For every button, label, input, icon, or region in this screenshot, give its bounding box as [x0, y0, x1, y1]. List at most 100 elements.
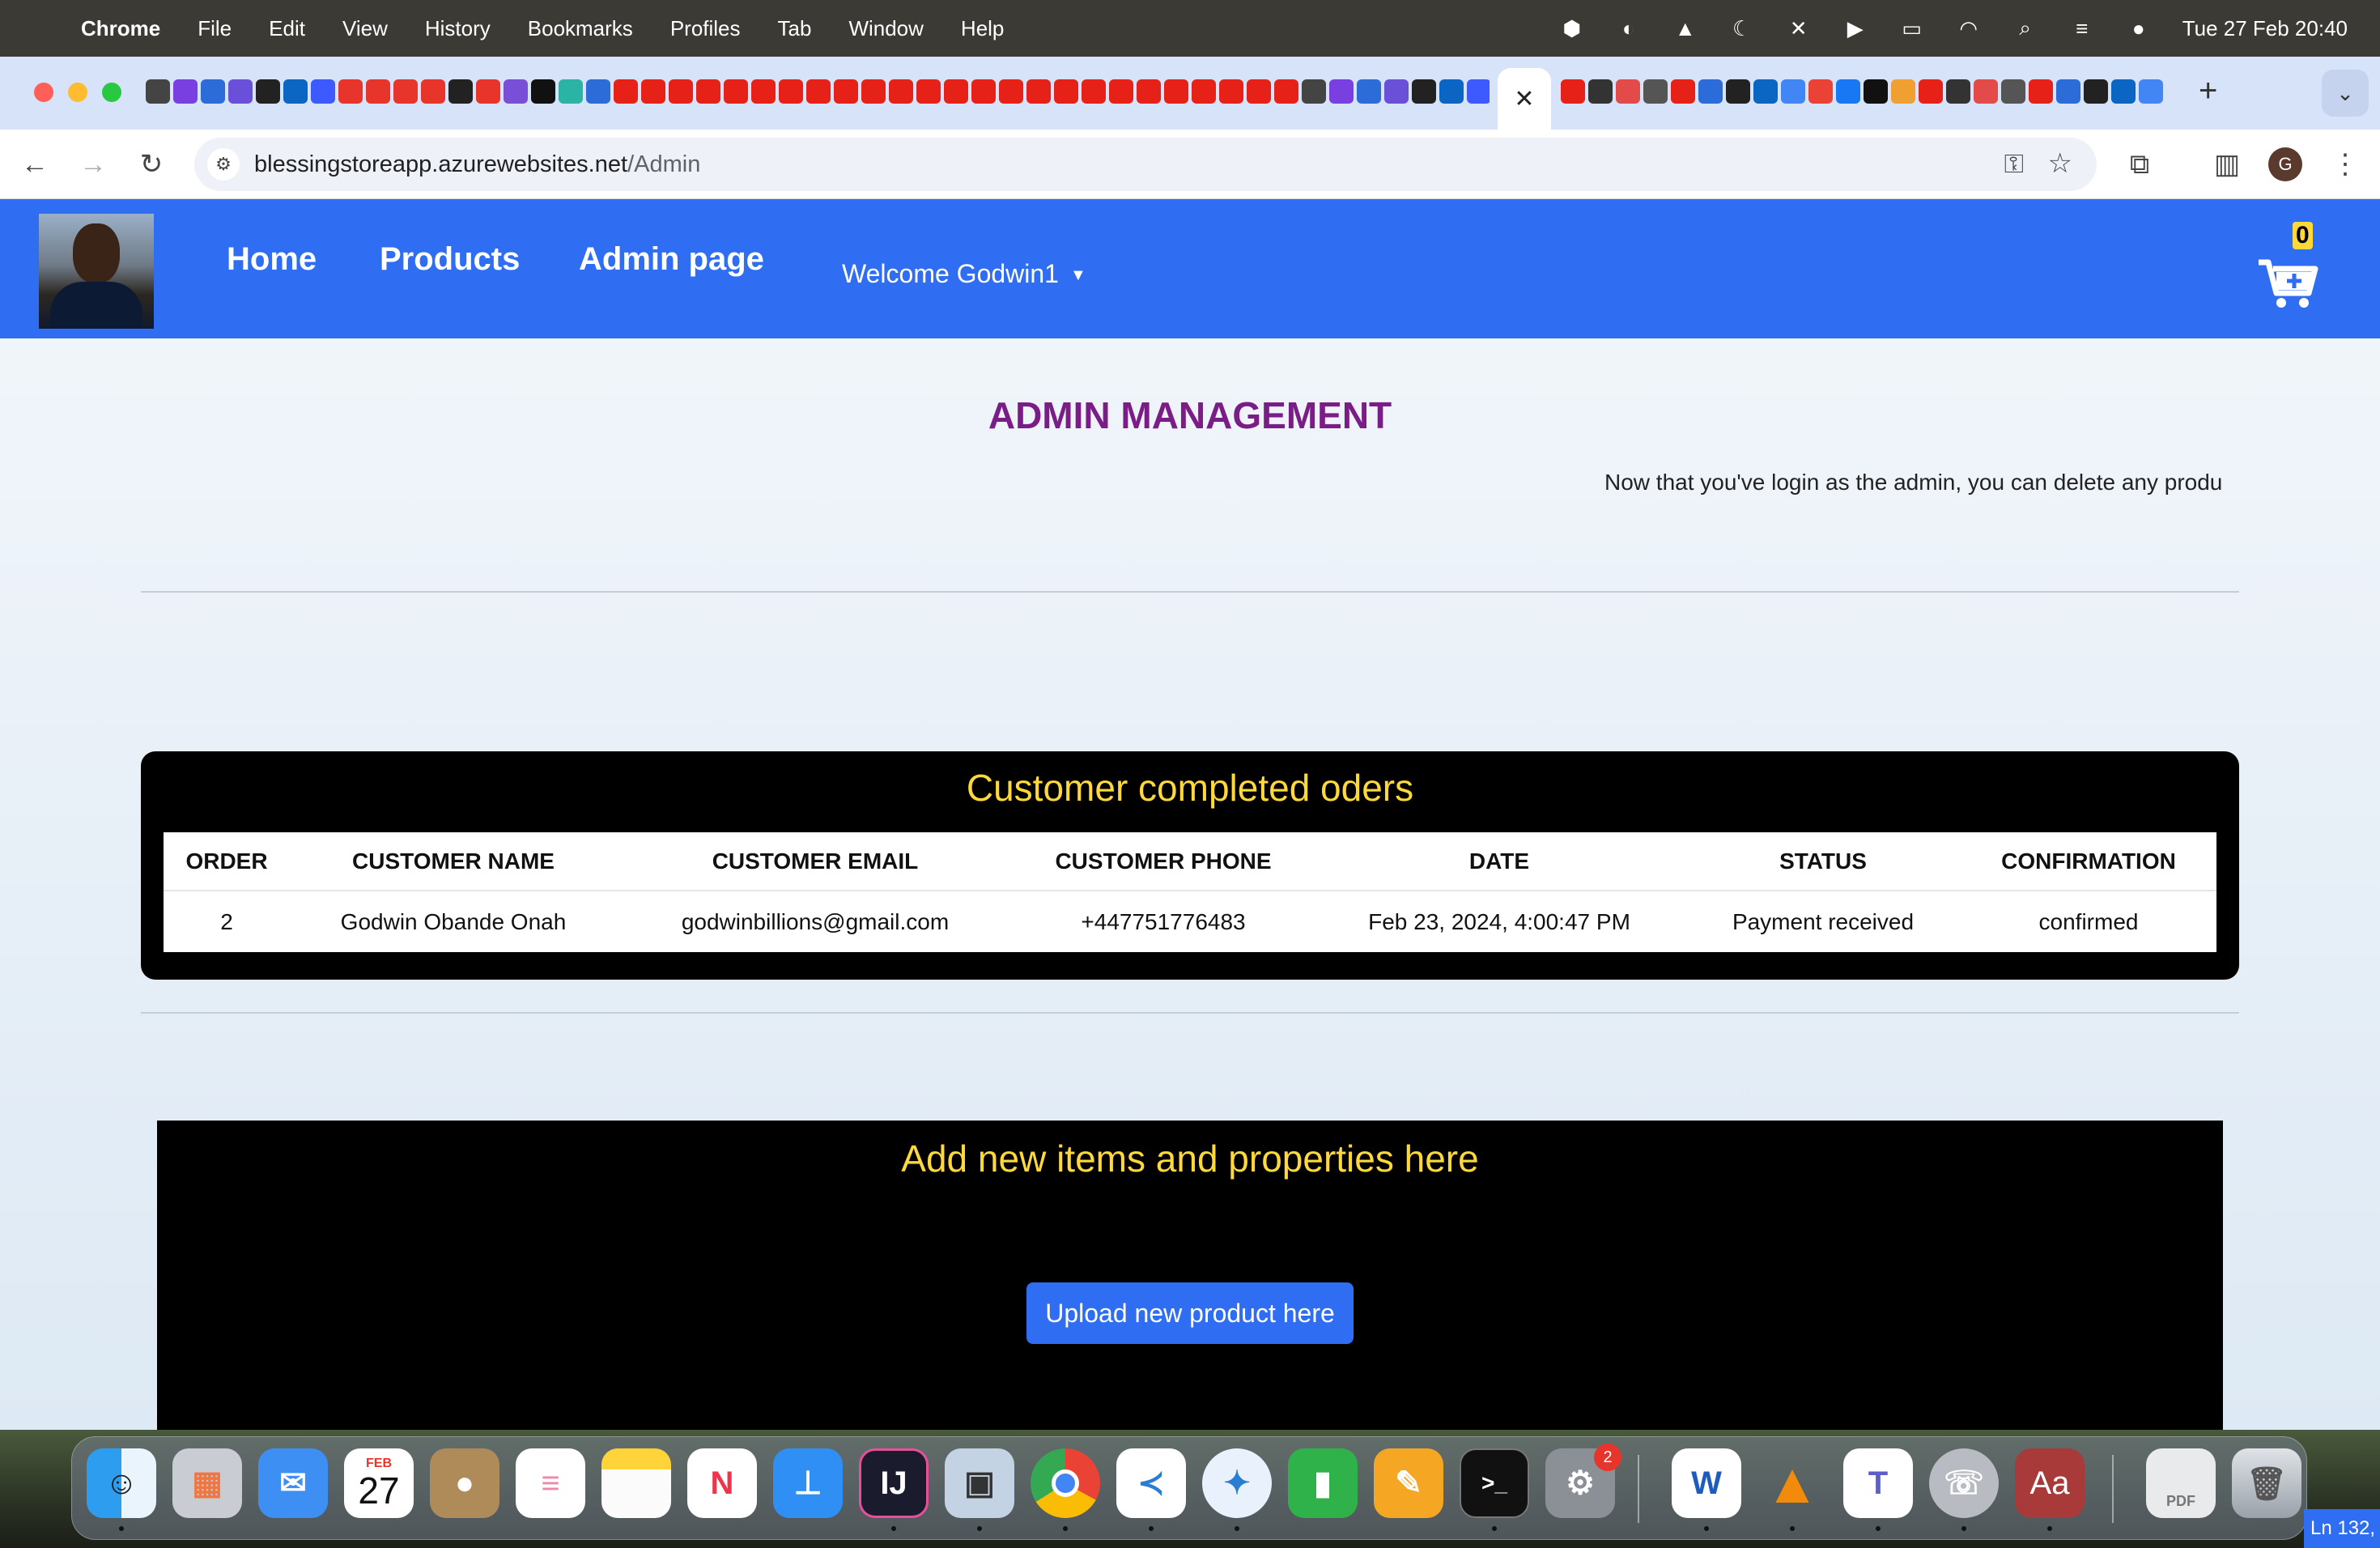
- system-settings-gear-icon[interactable]: ⚙ 2: [1545, 1444, 1621, 1518]
- vlc-status-icon[interactable]: ▲: [1672, 15, 1698, 41]
- tab-favicon-icon[interactable]: [944, 79, 968, 104]
- tab-favicon-icon[interactable]: [1467, 79, 1490, 104]
- vscode-icon[interactable]: ≺: [1116, 1448, 1186, 1518]
- tab-favicon-icon[interactable]: [889, 79, 913, 104]
- word-icon[interactable]: W: [1672, 1448, 1741, 1518]
- tab-favicon-icon[interactable]: [476, 79, 500, 104]
- battery-icon[interactable]: ▭: [1899, 15, 1925, 41]
- menu-window[interactable]: Window: [848, 16, 923, 41]
- address-url[interactable]: blessingstoreapp.azurewebsites.net/Admin: [254, 151, 700, 178]
- tab-favicon-icon[interactable]: [338, 79, 363, 104]
- tab-favicon-icon[interactable]: [999, 79, 1023, 104]
- forward-arrow-icon[interactable]: →: [74, 146, 112, 183]
- tab-favicon-icon[interactable]: [971, 79, 996, 104]
- tab-favicon-icon[interactable]: [1891, 79, 1915, 104]
- menu-help[interactable]: Help: [961, 16, 1004, 41]
- tab-favicon-icon[interactable]: [256, 79, 280, 104]
- tab-favicon-icon[interactable]: [2029, 79, 2053, 104]
- tab-favicon-icon[interactable]: [2056, 79, 2080, 104]
- menu-tab[interactable]: Tab: [778, 16, 812, 41]
- tab-favicon-icon[interactable]: [366, 79, 390, 104]
- chrome-icon[interactable]: [1031, 1448, 1100, 1518]
- vpn-icon[interactable]: ◐: [1616, 15, 1642, 41]
- tab-favicon-icon[interactable]: [1616, 79, 1640, 104]
- tab-favicon-icon[interactable]: [393, 79, 418, 104]
- tab-favicon-icon[interactable]: [1164, 79, 1188, 104]
- tab-favicon-icon[interactable]: [724, 79, 748, 104]
- nav-admin-link[interactable]: Admin page: [579, 241, 764, 278]
- tab-favicon-icon[interactable]: [2111, 79, 2136, 104]
- tab-favicon-icon[interactable]: [1808, 79, 1833, 104]
- contacts-icon[interactable]: ●: [430, 1448, 499, 1518]
- welcome-dropdown[interactable]: Welcome Godwin1 ▼: [842, 259, 1086, 289]
- menu-app-name[interactable]: Chrome: [81, 16, 160, 41]
- menu-profiles[interactable]: Profiles: [670, 16, 741, 41]
- bookmark-star-icon[interactable]: ☆: [2048, 147, 2072, 180]
- extensions-puzzle-icon[interactable]: ⧉: [2121, 146, 2158, 183]
- nav-products-link[interactable]: Products: [380, 241, 520, 278]
- trash-icon[interactable]: 🗑: [2232, 1448, 2301, 1518]
- tab-favicon-icon[interactable]: [641, 79, 665, 104]
- tab-favicon-icon[interactable]: [1109, 79, 1133, 104]
- notes-icon[interactable]: [601, 1448, 671, 1518]
- numbers-icon[interactable]: ▮: [1288, 1448, 1358, 1518]
- nav-home-link[interactable]: Home: [227, 241, 317, 278]
- tab-favicon-icon[interactable]: [916, 79, 941, 104]
- minimize-window-button[interactable]: [68, 83, 87, 102]
- reload-icon[interactable]: ↻: [133, 146, 170, 183]
- cart-plus-icon[interactable]: [2257, 257, 2318, 311]
- tab-favicon-icon[interactable]: [751, 79, 776, 104]
- menubar-clock[interactable]: Tue 27 Feb 20:40: [2182, 16, 2348, 41]
- tab-favicon-icon[interactable]: [1753, 79, 1778, 104]
- site-settings-icon[interactable]: ⚙: [207, 148, 240, 181]
- wifi-icon[interactable]: ◠: [1956, 15, 1982, 41]
- tab-favicon-icon[interactable]: [146, 79, 170, 104]
- tab-favicon-icon[interactable]: [1302, 79, 1326, 104]
- tab-favicon-icon[interactable]: [1357, 79, 1381, 104]
- keynote-icon[interactable]: ⊥: [773, 1448, 843, 1518]
- calendar-icon[interactable]: FEB 27: [344, 1448, 414, 1518]
- play-icon[interactable]: ▶: [1842, 15, 1868, 41]
- safari-compass-icon[interactable]: ✦: [1202, 1448, 1272, 1518]
- tab-search-chevron-icon[interactable]: ⌄: [2322, 70, 2369, 117]
- password-key-icon[interactable]: ⚿: [2004, 149, 2024, 180]
- tab-favicon-icon[interactable]: [669, 79, 693, 104]
- menu-file[interactable]: File: [198, 16, 232, 41]
- new-tab-plus-icon[interactable]: +: [2199, 73, 2217, 109]
- menu-bookmarks[interactable]: Bookmarks: [528, 16, 633, 41]
- tab-favicon-icon[interactable]: [1671, 79, 1695, 104]
- tab-favicon-icon[interactable]: [559, 79, 583, 104]
- chrome-menu-icon[interactable]: ⋮: [2327, 146, 2364, 183]
- tab-favicon-icon[interactable]: [1561, 79, 1585, 104]
- tab-favicon-icon[interactable]: [861, 79, 886, 104]
- siri-icon[interactable]: ●: [2126, 15, 2152, 41]
- tab-favicon-icon[interactable]: [1588, 79, 1613, 104]
- tab-favicon-icon[interactable]: [1974, 79, 1998, 104]
- bluetooth-icon[interactable]: ✕: [1786, 15, 1812, 41]
- tab-favicon-icon[interactable]: [1412, 79, 1436, 104]
- close-window-button[interactable]: [34, 83, 53, 102]
- tab-favicon-icon[interactable]: [2084, 79, 2108, 104]
- tab-favicon-icon[interactable]: [1137, 79, 1161, 104]
- vlc-cone-icon[interactable]: ▲: [1757, 1448, 1827, 1518]
- menu-edit[interactable]: Edit: [269, 16, 305, 41]
- tab-favicon-icon[interactable]: [311, 79, 335, 104]
- tab-favicon-icon[interactable]: [1026, 79, 1051, 104]
- tab-favicon-icon[interactable]: [1082, 79, 1106, 104]
- news-icon[interactable]: N: [687, 1448, 757, 1518]
- menu-view[interactable]: View: [342, 16, 388, 41]
- tab-favicon-icon[interactable]: [1698, 79, 1723, 104]
- tab-favicon-icon[interactable]: [806, 79, 831, 104]
- tab-favicon-icon[interactable]: [1726, 79, 1750, 104]
- tab-favicon-icon[interactable]: [1219, 79, 1243, 104]
- spotlight-search-icon[interactable]: ⌕: [2012, 15, 2038, 41]
- teams-icon[interactable]: T: [1843, 1448, 1913, 1518]
- tab-favicon-icon[interactable]: [504, 79, 528, 104]
- tab-favicon-icon[interactable]: [1054, 79, 1078, 104]
- tab-favicon-icon[interactable]: [1247, 79, 1271, 104]
- user-avatar-photo[interactable]: [39, 214, 154, 329]
- launchpad-icon[interactable]: ▦: [172, 1448, 242, 1518]
- upload-product-button[interactable]: Upload new product here: [1026, 1282, 1354, 1344]
- zoom-window-button[interactable]: [102, 83, 121, 102]
- tab-favicon-icon[interactable]: [1274, 79, 1298, 104]
